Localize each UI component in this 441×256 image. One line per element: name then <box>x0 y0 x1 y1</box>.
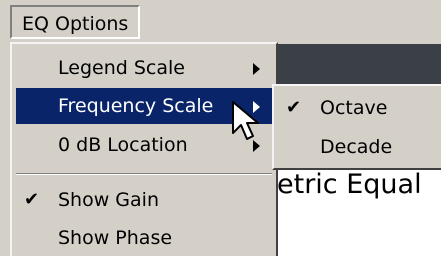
checkmark-icon: ✔ <box>24 189 40 210</box>
eq-options-dropdown: Legend Scale Frequency Scale 0 dB Locati… <box>10 42 278 256</box>
background-toolbar <box>277 44 441 84</box>
menu-item-show-phase[interactable]: Show Phase <box>16 220 272 256</box>
menu-item-label: 0 dB Location <box>58 134 188 156</box>
menu-item-label: Frequency Scale <box>58 95 214 117</box>
menu-separator <box>16 173 272 175</box>
menu-item-label: Show Gain <box>58 189 159 211</box>
background-heading: etric Equal <box>277 169 422 200</box>
menu-item-legend-scale[interactable]: Legend Scale <box>16 50 272 86</box>
checkmark-icon: ✔ <box>286 97 302 118</box>
mouse-cursor-icon <box>232 101 259 140</box>
submenu-item-octave[interactable]: ✔ Octave <box>278 90 437 126</box>
eq-options-menu[interactable]: EQ Options <box>10 5 141 39</box>
menu-item-label: Decade <box>320 136 393 158</box>
menu-item-label: Legend Scale <box>58 57 185 79</box>
menu-item-label: Octave <box>320 97 388 119</box>
menu-bar: EQ Options <box>0 0 441 44</box>
submenu-item-decade[interactable]: Decade <box>278 129 437 165</box>
arrow-right-icon <box>253 63 260 75</box>
frequency-scale-submenu: ✔ Octave Decade <box>272 84 441 170</box>
menu-item-show-gain[interactable]: ✔ Show Gain <box>16 182 272 218</box>
menu-item-label: Show Phase <box>58 227 173 249</box>
